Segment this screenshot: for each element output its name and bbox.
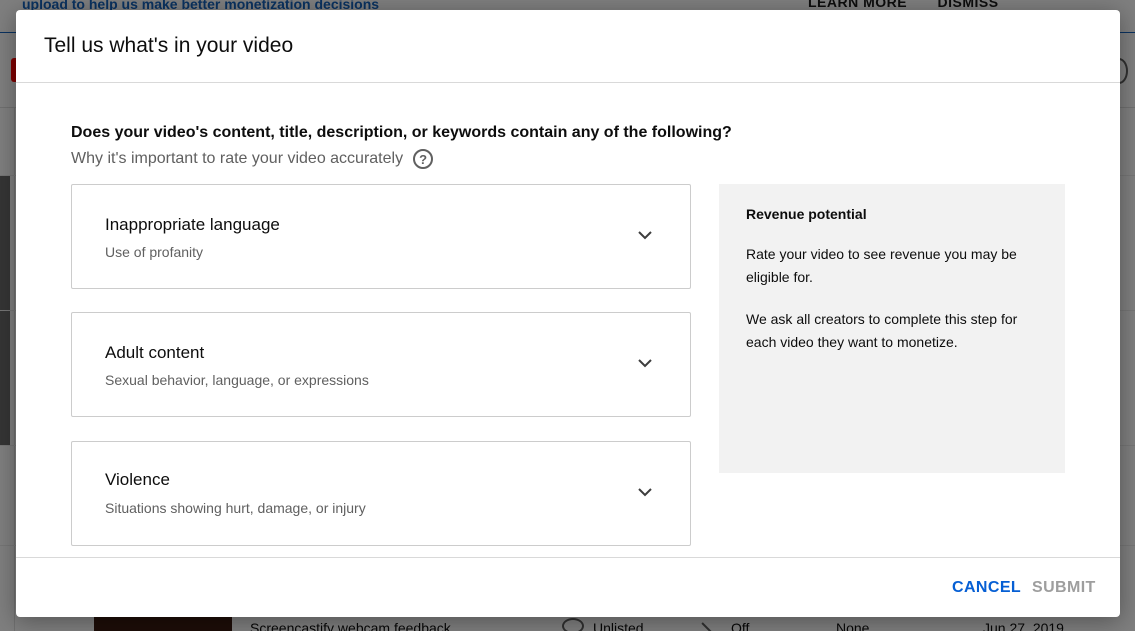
category-inappropriate-language[interactable]: Inappropriate language Use of profanity (71, 184, 691, 289)
chevron-down-icon[interactable] (635, 482, 655, 502)
revenue-paragraph: Rate your video to see revenue you may b… (746, 246, 1017, 285)
rating-dialog: Tell us what's in your video Does your v… (16, 10, 1120, 617)
category-violence[interactable]: Violence Situations showing hurt, damage… (71, 441, 691, 546)
revenue-paragraph: We ask all creators to complete this ste… (746, 311, 1018, 350)
category-adult-content[interactable]: Adult content Sexual behavior, language,… (71, 312, 691, 417)
content-question: Does your video's content, title, descri… (71, 124, 732, 141)
dialog-footer: CANCEL SUBMIT (16, 557, 1120, 617)
submit-button[interactable]: SUBMIT (1032, 579, 1096, 597)
chevron-down-icon[interactable] (635, 225, 655, 245)
category-subtitle: Situations showing hurt, damage, or inju… (105, 500, 366, 516)
category-title: Adult content (105, 343, 205, 362)
dialog-body[interactable]: Does your video's content, title, descri… (16, 83, 1120, 557)
category-title: Violence (105, 470, 170, 489)
cancel-button[interactable]: CANCEL (952, 579, 1021, 597)
revenue-potential-panel: Revenue potential Rate your video to see… (719, 184, 1065, 473)
category-subtitle: Use of profanity (105, 244, 204, 260)
dialog-header: Tell us what's in your video (16, 10, 1120, 83)
why-rate-text: Why it's important to rate your video ac… (71, 150, 404, 167)
why-rate-row: Why it's important to rate your video ac… (71, 149, 434, 169)
help-icon[interactable]: ? (413, 149, 434, 169)
category-subtitle: Sexual behavior, language, or expression… (105, 372, 369, 388)
dialog-title: Tell us what's in your video (44, 34, 294, 57)
chevron-down-icon[interactable] (635, 353, 655, 373)
category-title: Inappropriate language (105, 215, 280, 234)
revenue-potential-title: Revenue potential (746, 206, 867, 222)
